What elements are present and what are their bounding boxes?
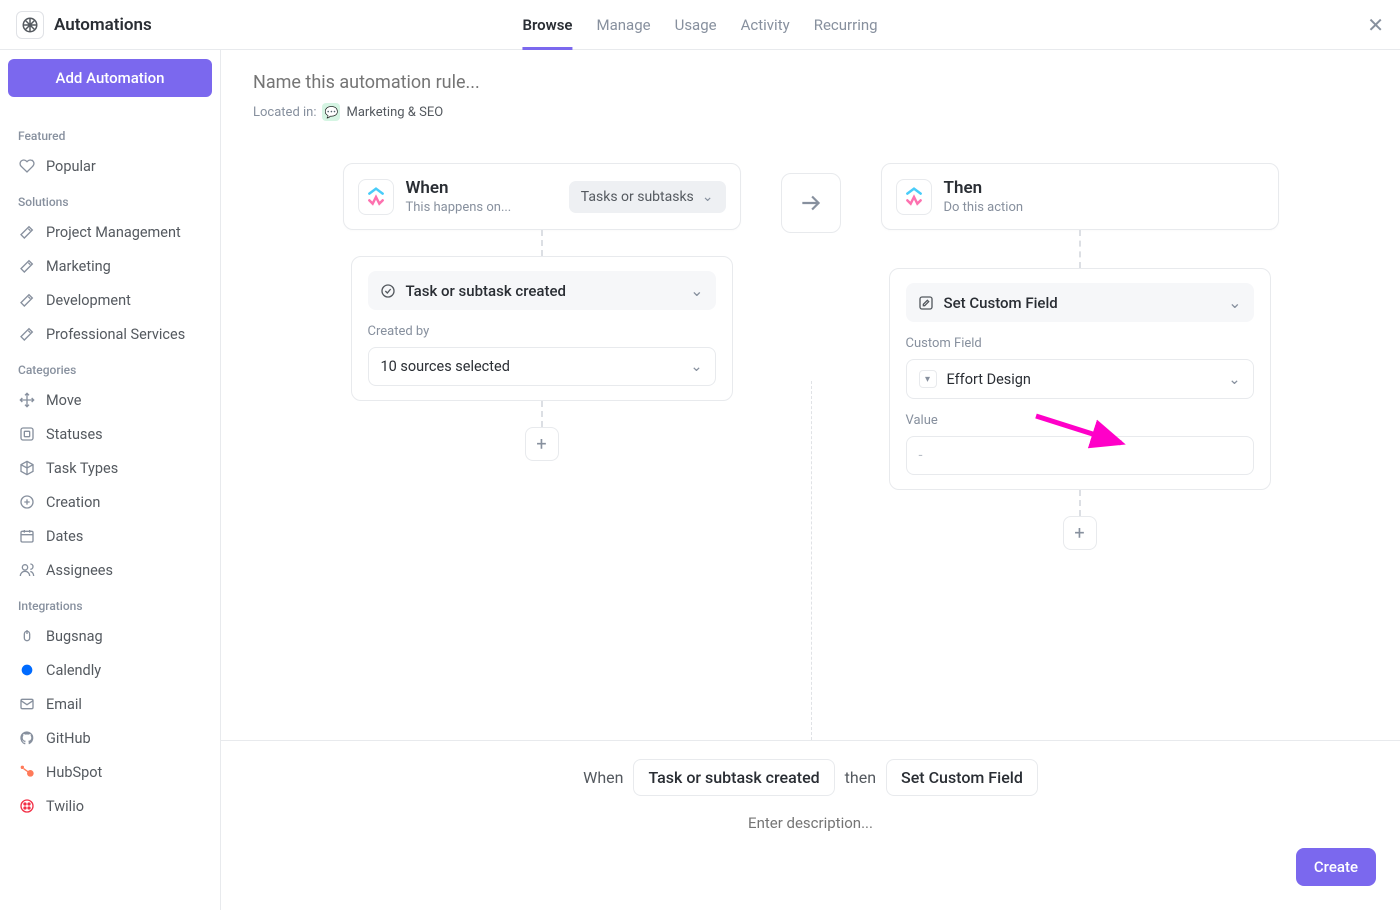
tab-usage[interactable]: Usage (675, 0, 717, 50)
when-subtitle: This happens on... (406, 200, 512, 215)
heart-icon (18, 157, 36, 175)
action-card: Set Custom Field ⌄ Custom Field ▾ Effort… (889, 268, 1271, 490)
sidebar-item-popular[interactable]: Popular (8, 149, 212, 183)
hubspot-icon (18, 763, 36, 781)
space-icon: 💬 (322, 103, 340, 121)
summary-when-word: When (583, 768, 623, 787)
status-icon (18, 425, 36, 443)
plus-circle-icon (18, 493, 36, 511)
sidebar-item-task-types[interactable]: Task Types (8, 451, 212, 485)
located-in-label: Located in: (253, 105, 316, 120)
when-card: When This happens on... Tasks or subtask… (343, 163, 741, 230)
then-subtitle: Do this action (944, 200, 1024, 215)
twilio-icon (18, 797, 36, 815)
section-solutions: Solutions (8, 189, 212, 215)
github-icon (18, 729, 36, 747)
tabs: Browse Manage Usage Activity Recurring (522, 0, 877, 50)
created-by-label: Created by (368, 324, 716, 339)
header: Automations Browse Manage Usage Activity… (0, 0, 1400, 50)
then-card: Then Do this action (881, 163, 1279, 230)
vertical-divider (811, 381, 812, 740)
summary-then-word: then (845, 768, 876, 787)
wand-icon (18, 325, 36, 343)
app-icon (16, 11, 44, 39)
close-icon[interactable]: ✕ (1367, 13, 1384, 37)
custom-field-label: Custom Field (906, 336, 1254, 351)
sidebar-item-professional-services[interactable]: Professional Services (8, 317, 212, 351)
chevron-down-icon: ⌄ (702, 189, 714, 205)
sidebar-item-marketing[interactable]: Marketing (8, 249, 212, 283)
chevron-down-icon: ⌄ (1228, 293, 1241, 312)
sidebar-item-project-management[interactable]: Project Management (8, 215, 212, 249)
automation-name-input[interactable] (253, 72, 1368, 93)
page-title: Automations (54, 15, 152, 35)
sidebar-item-move[interactable]: Move (8, 383, 212, 417)
summary-then-chip[interactable]: Set Custom Field (886, 759, 1038, 796)
sidebar-item-bugsnag[interactable]: Bugsnag (8, 619, 212, 653)
summary-when-chip[interactable]: Task or subtask created (633, 759, 834, 796)
sidebar-item-calendly[interactable]: Calendly (8, 653, 212, 687)
move-icon (18, 391, 36, 409)
then-title: Then (944, 178, 1024, 198)
tab-activity[interactable]: Activity (741, 0, 790, 50)
clickup-icon (358, 179, 394, 215)
mail-icon (18, 695, 36, 713)
edit-square-icon (918, 295, 934, 311)
wand-icon (18, 257, 36, 275)
tab-manage[interactable]: Manage (597, 0, 651, 50)
sidebar-item-github[interactable]: GitHub (8, 721, 212, 755)
sidebar-label: Popular (46, 158, 96, 175)
section-categories: Categories (8, 357, 212, 383)
section-featured: Featured (8, 123, 212, 149)
sidebar-item-statuses[interactable]: Statuses (8, 417, 212, 451)
sidebar-item-hubspot[interactable]: HubSpot (8, 755, 212, 789)
add-action-button[interactable]: + (1063, 516, 1097, 550)
add-trigger-button[interactable]: + (525, 427, 559, 461)
created-by-selector[interactable]: 10 sources selected ⌄ (368, 347, 716, 386)
bugsnag-icon (18, 627, 36, 645)
custom-field-selector[interactable]: ▾ Effort Design ⌄ (906, 359, 1254, 399)
create-button[interactable]: Create (1296, 848, 1376, 886)
sidebar: Add Automation Featured Popular Solution… (0, 50, 221, 910)
value-label: Value (906, 413, 1254, 428)
sidebar-item-creation[interactable]: Creation (8, 485, 212, 519)
sidebar-item-email[interactable]: Email (8, 687, 212, 721)
sidebar-item-dates[interactable]: Dates (8, 519, 212, 553)
calendar-icon (18, 527, 36, 545)
dropdown-field-icon: ▾ (919, 370, 937, 388)
trigger-card: Task or subtask created ⌄ Created by 10 … (351, 256, 733, 401)
chevron-down-icon: ⌄ (690, 358, 702, 375)
wand-icon (18, 223, 36, 241)
cube-icon (18, 459, 36, 477)
trigger-selector[interactable]: Task or subtask created ⌄ (368, 271, 716, 310)
description-input[interactable] (711, 814, 910, 832)
action-selector[interactable]: Set Custom Field ⌄ (906, 283, 1254, 322)
footer: When Task or subtask created then Set Cu… (221, 740, 1400, 910)
tab-browse[interactable]: Browse (522, 0, 572, 50)
value-selector[interactable]: - (906, 436, 1254, 475)
sidebar-item-assignees[interactable]: Assignees (8, 553, 212, 587)
chevron-down-icon: ⌄ (1228, 371, 1240, 388)
section-integrations: Integrations (8, 593, 212, 619)
sidebar-item-twilio[interactable]: Twilio (8, 789, 212, 823)
sidebar-item-development[interactable]: Development (8, 283, 212, 317)
calendly-icon (18, 661, 36, 679)
arrow-connector (781, 173, 841, 233)
add-automation-button[interactable]: Add Automation (8, 59, 212, 97)
chevron-down-icon: ⌄ (690, 281, 703, 300)
located-in-value[interactable]: Marketing & SEO (346, 105, 443, 120)
clickup-icon (896, 179, 932, 215)
tab-recurring[interactable]: Recurring (814, 0, 878, 50)
users-icon (18, 561, 36, 579)
check-circle-icon (380, 283, 396, 299)
scope-selector[interactable]: Tasks or subtasks ⌄ (569, 181, 726, 213)
wand-icon (18, 291, 36, 309)
when-title: When (406, 178, 512, 198)
